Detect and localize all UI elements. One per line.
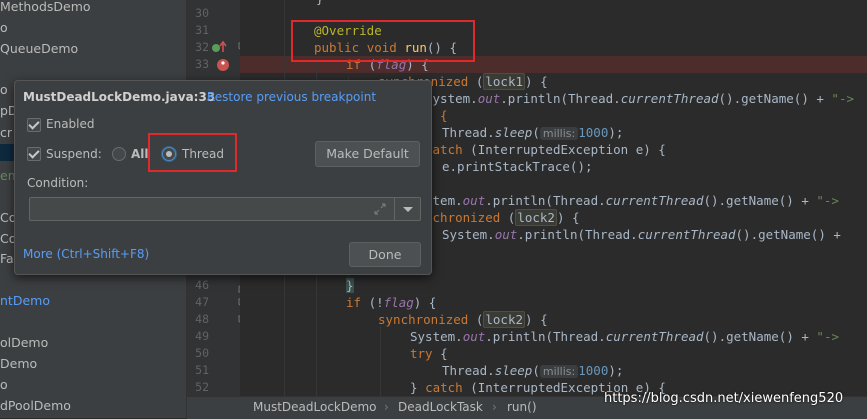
chevron-right-icon: › [384,400,389,414]
suspend-label[interactable]: Suspend: [46,147,102,161]
code-line-51: Thread.sleep(millis: 1000); [442,363,624,378]
sidebar-item[interactable]: Demo [0,355,37,372]
code-line: System.out.println(Thread.currentThread(… [442,227,841,242]
sidebar-item[interactable]: QueueDemo [0,40,78,57]
breadcrumb-item-inner-class[interactable]: DeadLockTask [398,400,483,414]
code-line-49: System.out.println(Thread.currentThread(… [410,329,839,344]
line-number: 47 [195,295,209,309]
code-line-50: try { [410,346,448,361]
code-line-46: } [346,278,354,293]
highlight-box-run-method [291,20,475,62]
line-number: 48 [195,312,209,326]
sidebar-item[interactable]: o [0,19,8,36]
chevron-right-icon: › [492,400,497,414]
sidebar-item[interactable]: o [0,376,8,393]
line-number: 52 [195,380,209,394]
highlight-box-thread-radio [148,133,237,172]
enabled-label[interactable]: Enabled [46,117,95,131]
code-line: stem.out.println(Thread.currentThread().… [425,193,839,208]
restore-breakpoint-link[interactable]: Restore previous breakpoint [207,90,376,104]
breadcrumb-item-method[interactable]: run() [507,400,537,414]
line-number: 30 [195,6,209,20]
code-line: } [316,0,324,7]
chevron-down-icon[interactable] [402,206,414,214]
line-number: 50 [195,346,209,360]
indent-guide [380,326,381,396]
divider [394,198,395,220]
suspend-all-label[interactable]: All [131,147,149,161]
code-line: System.out.println(Thread.currentThread(… [425,91,854,106]
condition-label: Condition: [27,176,89,190]
expand-editor-icon[interactable] [373,202,387,216]
condition-input[interactable] [29,197,421,221]
suspend-checkbox[interactable] [27,147,41,161]
sidebar-item[interactable]: olDemo [0,334,48,351]
watermark: https://blog.csdn.net/xiewenfeng520 [604,391,844,406]
code-line: e.printStackTrace(); [442,159,593,174]
make-default-button[interactable]: Make Default [315,141,420,167]
more-settings-link[interactable]: More (Ctrl+Shift+F8) [23,247,149,261]
breakpoint-icon[interactable] [216,58,230,72]
code-line: Thread.sleep(millis: 1000); [442,125,624,140]
suspend-all-radio[interactable] [112,147,126,161]
popup-title: MustDeadLockDemo.java:33 [23,90,216,104]
breadcrumb-item-class[interactable]: MustDeadLockDemo [253,400,377,414]
sidebar-item[interactable]: MethodsDemo [0,0,91,15]
sidebar-item[interactable]: ntDemo [0,292,50,309]
code-line-48: synchronized (lock2) { [378,311,548,328]
line-number: 46 [195,278,209,292]
breakpoint-properties-popup: MustDeadLockDemo.java:33 Restore previou… [14,80,432,275]
line-number: 31 [195,23,209,37]
code-line: nchronized (lock2) { [425,209,580,226]
sidebar-item[interactable]: dPoolDemo [0,397,71,414]
done-button[interactable]: Done [349,242,421,267]
enabled-checkbox[interactable] [27,118,41,132]
implements-method-icon[interactable] [211,40,229,54]
code-line: catch (InterruptedException e) { [425,142,666,157]
line-number: 32 [195,40,209,54]
code-line-47: if (!flag) { [346,295,437,310]
line-number: 49 [195,329,209,343]
line-number: 33 [195,57,209,71]
sidebar-item[interactable]: cr [0,124,12,141]
line-number: 51 [195,363,209,377]
sidebar-item[interactable]: o [0,81,8,98]
